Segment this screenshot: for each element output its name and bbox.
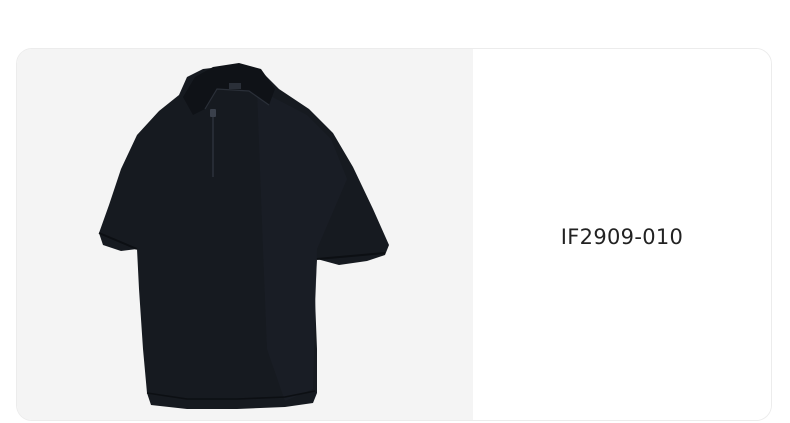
- product-image[interactable]: [17, 49, 473, 420]
- zipper-pull: [210, 109, 216, 117]
- neck-label: [229, 83, 241, 89]
- shirt-body: [99, 65, 389, 409]
- polo-shirt-icon: [98, 63, 389, 409]
- product-card[interactable]: IF2909-010: [16, 48, 772, 421]
- page: IF2909-010: [0, 0, 790, 423]
- product-code: IF2909-010: [560, 224, 684, 249]
- product-info: IF2909-010: [473, 49, 771, 420]
